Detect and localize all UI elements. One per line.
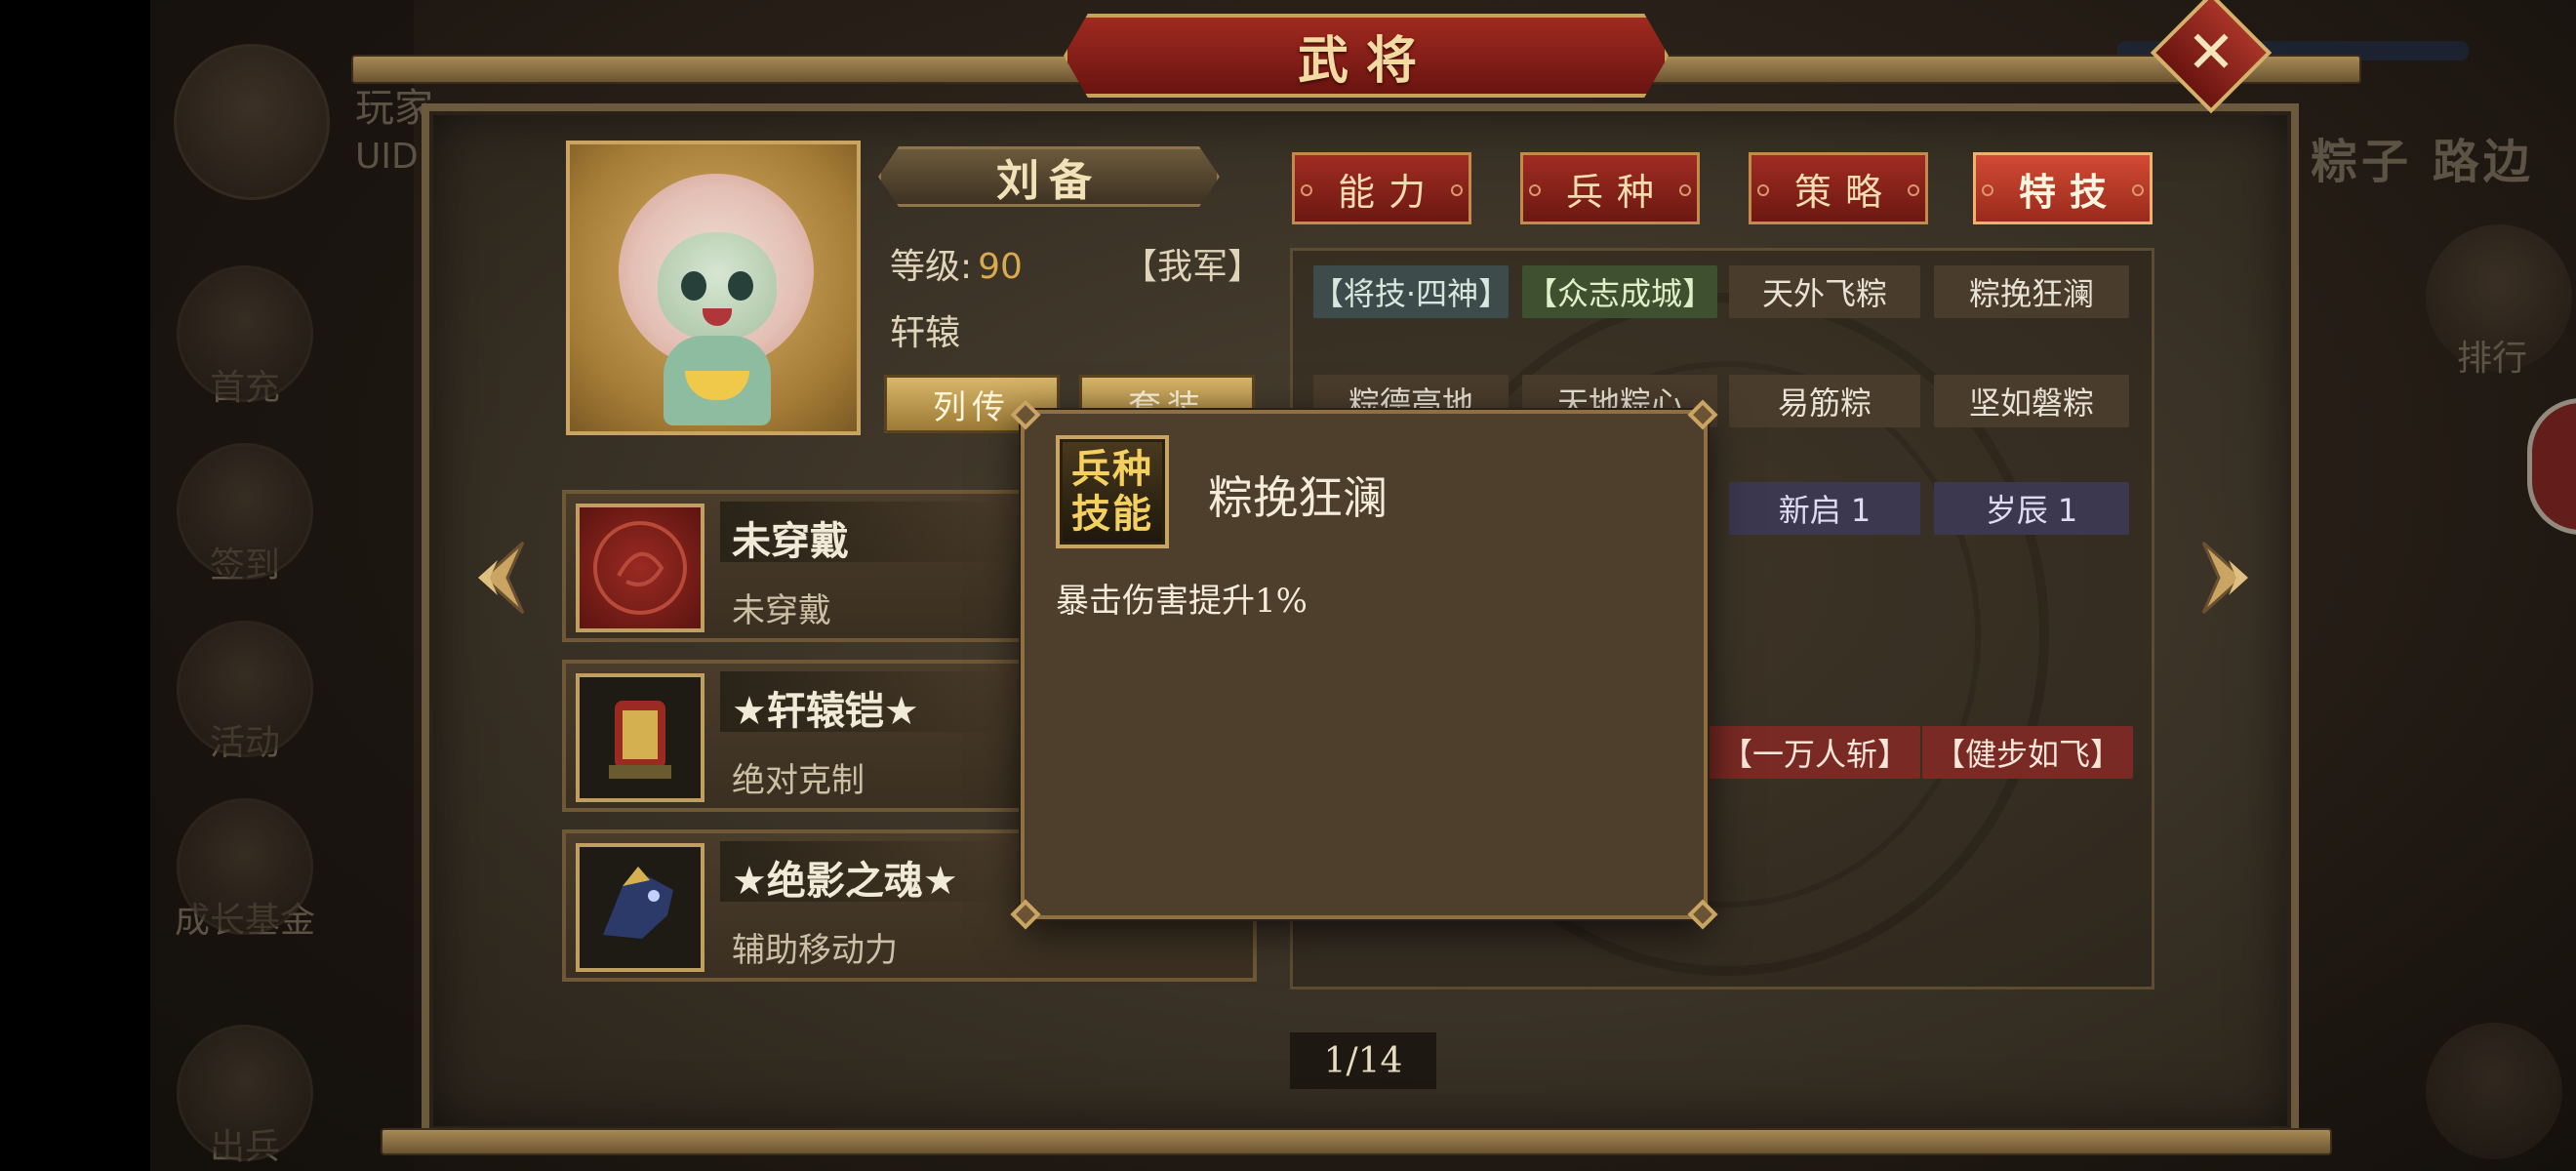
background-player-avatar	[174, 44, 330, 200]
skill-chip[interactable]: 坚如磐粽	[1934, 375, 2129, 427]
popup-title: 粽挽狂澜	[1208, 471, 1388, 524]
portrait-eye	[681, 271, 706, 301]
tab-ornament-icon	[1982, 184, 1993, 196]
portrait-mouth	[703, 308, 732, 326]
skill-chip[interactable]: 新启 1	[1729, 482, 1920, 535]
dialog-title-banner: 武将	[1064, 14, 1669, 98]
background-rank-label: 排行	[2457, 339, 2528, 379]
page-indicator: 1/14	[1290, 1032, 1436, 1089]
tab-ornament-icon	[1757, 184, 1769, 196]
tab-ability[interactable]: 能力	[1292, 152, 1471, 224]
dialog-title: 武将	[1297, 31, 1434, 91]
skill-chip[interactable]: 【一万人斩】	[1710, 726, 1920, 779]
hero-level: 等级: 90	[890, 238, 1023, 289]
skill-chip[interactable]: 粽挽狂澜	[1934, 265, 2129, 318]
tab-ornament-icon	[1451, 184, 1463, 196]
empty-slot-icon	[576, 504, 704, 632]
tab-label: 兵种	[1565, 170, 1668, 214]
background-menu-growth-fund: 成长基金	[172, 798, 318, 943]
tab-ornament-icon	[1301, 184, 1312, 196]
equipment-name: ★轩辕铠★	[732, 689, 919, 734]
level-value: 90	[978, 247, 1023, 287]
tab-label: 策略	[1793, 170, 1896, 214]
skill-chip[interactable]: 岁辰 1	[1934, 482, 2129, 535]
equipment-name-bar: ★轩辕铠★	[720, 671, 1013, 734]
background-right-title: 粽子 路边	[2311, 135, 2534, 189]
level-label: 等级:	[890, 247, 973, 287]
background-menu-deploy: 出兵	[172, 1025, 318, 1169]
dialog-bottom-frame	[381, 1128, 2332, 1155]
next-hero-arrow-icon[interactable]	[2194, 539, 2262, 617]
background-menu-sign-in: 签到	[172, 443, 318, 587]
equipment-name-bar: 未穿戴	[720, 502, 1013, 564]
tab-ornament-icon	[1679, 184, 1691, 196]
skill-chip[interactable]: 易筋粽	[1729, 375, 1920, 427]
portrait-eye	[728, 271, 753, 301]
skill-chip[interactable]: 【健步如飞】	[1922, 726, 2133, 779]
skill-chip[interactable]: 【众志成城】	[1522, 265, 1717, 318]
skill-chip[interactable]: 【将技·四神】	[1312, 265, 1509, 318]
tab-troops[interactable]: 兵种	[1520, 152, 1700, 224]
tab-label: 能力	[1337, 170, 1439, 214]
portrait-face	[658, 232, 777, 340]
sign-in-icon	[177, 443, 313, 580]
tab-label: 特技	[2018, 170, 2120, 214]
hero-name: 刘备	[996, 156, 1102, 206]
skill-tooltip-popup: 兵种 技能 粽挽狂澜 暴击伤害提升1%	[1010, 399, 1718, 930]
activity-icon	[177, 621, 313, 757]
equipment-name-bar: ★绝影之魂★	[720, 841, 1013, 904]
equipment-desc: 绝对克制	[732, 761, 865, 800]
hero-faction: 轩辕	[890, 313, 961, 353]
popup-description: 暴击伤害提升1%	[1056, 582, 1308, 621]
deploy-icon	[177, 1025, 313, 1161]
badge-line: 技能	[1071, 492, 1153, 537]
background-menu-activity: 活动	[172, 621, 318, 765]
horse-spirit-icon	[576, 843, 704, 972]
hero-portrait	[566, 141, 861, 435]
hero-army: 【我军】	[1122, 247, 1264, 287]
background-bottom-icon	[2426, 1023, 2562, 1159]
prev-hero-arrow-icon[interactable]	[464, 539, 533, 617]
tab-special-skills[interactable]: 特技	[1973, 152, 2153, 224]
tab-ornament-icon	[1529, 184, 1541, 196]
growth-fund-icon	[177, 798, 313, 935]
tab-strategy[interactable]: 策略	[1749, 152, 1928, 224]
troop-skill-badge-icon: 兵种 技能	[1056, 435, 1169, 548]
equipment-desc: 辅助移动力	[732, 931, 898, 970]
badge-line: 兵种	[1071, 447, 1153, 492]
background-uid-label: UID	[355, 137, 419, 177]
armor-icon	[576, 673, 704, 802]
skill-chip[interactable]: 天外飞粽	[1729, 265, 1920, 318]
tab-ornament-icon	[1908, 184, 1919, 196]
hero-name-plate: 刘备	[878, 146, 1220, 207]
equipment-name: ★绝影之魂★	[732, 859, 958, 904]
tab-ornament-icon	[2132, 184, 2144, 196]
background-menu-first-charge: 首充	[172, 265, 318, 410]
equipment-name: 未穿戴	[732, 519, 849, 564]
close-icon: ✕	[2186, 19, 2236, 87]
equipment-desc: 未穿戴	[732, 591, 831, 630]
first-charge-icon	[177, 265, 313, 402]
